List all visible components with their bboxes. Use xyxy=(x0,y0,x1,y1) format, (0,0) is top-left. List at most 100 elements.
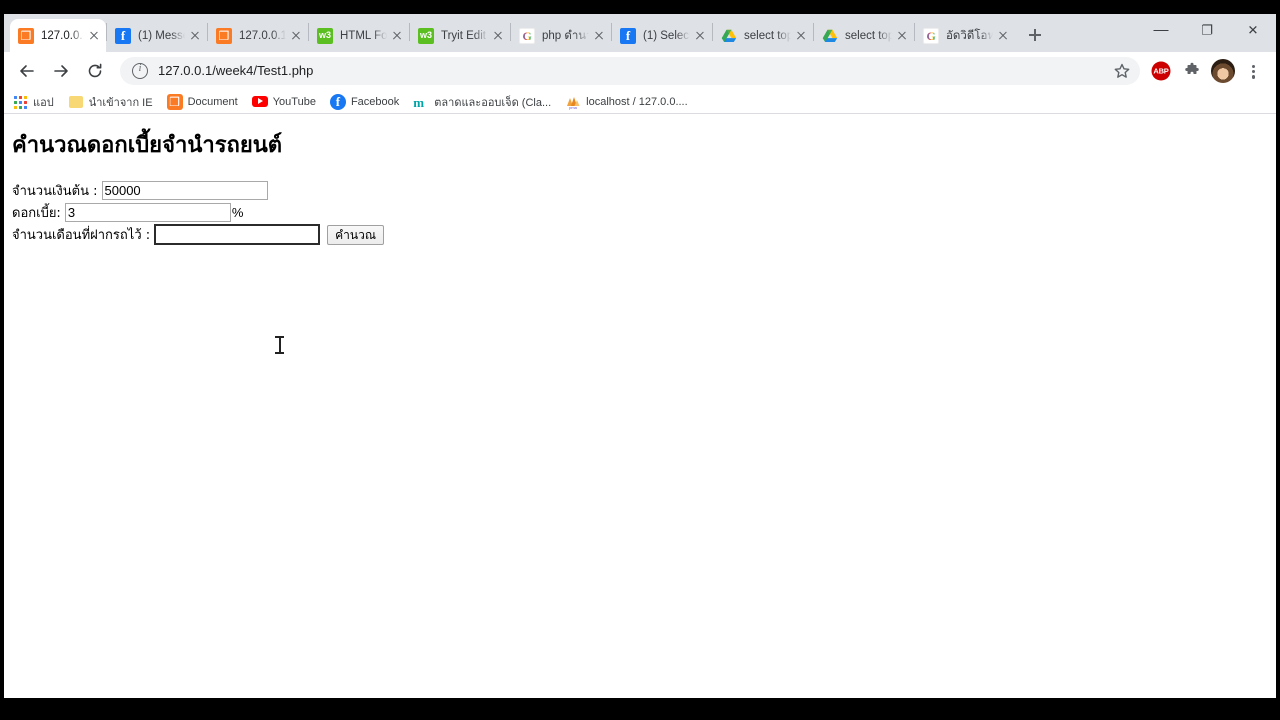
xampp-icon: ❒ xyxy=(216,27,232,44)
close-window-button[interactable]: ✕ xyxy=(1230,14,1276,46)
facebook-icon: f xyxy=(620,27,636,44)
browser-tab[interactable]: G อัดวิดีโอหน xyxy=(915,19,1015,52)
puzzle-icon xyxy=(1185,62,1199,74)
bookmark-item[interactable]: แอป xyxy=(12,93,54,111)
mouse-cursor-ibeam xyxy=(275,336,284,354)
tab-title: (1) Messe xyxy=(138,29,185,42)
bookmark-item[interactable]: f Facebook xyxy=(329,93,400,110)
apps-grid-icon xyxy=(12,94,28,110)
letterbox-right xyxy=(1276,14,1280,698)
three-dot-menu-icon xyxy=(1252,63,1256,79)
bookmark-label: YouTube xyxy=(272,95,316,108)
svg-text:pma: pma xyxy=(569,105,578,110)
bookmark-item[interactable]: นำเข้าจาก IE xyxy=(68,93,153,111)
w3schools-icon: w3 xyxy=(317,27,333,44)
tab-close-button[interactable] xyxy=(894,28,910,44)
forward-button[interactable] xyxy=(46,56,76,86)
bookmark-label: แอป xyxy=(33,96,54,109)
tab-close-button[interactable] xyxy=(793,28,809,44)
site-info-icon[interactable] xyxy=(132,63,148,79)
reload-icon xyxy=(88,63,102,78)
avatar xyxy=(1211,59,1235,83)
tab-close-button[interactable] xyxy=(389,28,405,44)
moodle-icon: m xyxy=(413,94,425,110)
tab-title: 127.0.0.1 xyxy=(239,29,286,42)
browser-window: ❒ 127.0.0.1/f (1) Messe ❒ 127.0.0.1 w3 HTML Fo… xyxy=(4,14,1276,698)
google-drive-icon xyxy=(822,28,838,44)
tab-close-button[interactable] xyxy=(490,28,506,44)
field-label: จำนวนเงินต้น : xyxy=(12,184,98,200)
bookmark-label: Facebook xyxy=(350,95,400,108)
star-icon xyxy=(1114,63,1130,78)
page-title: คำนวณดอกเบี้ยจำนำรถยนต์ xyxy=(12,133,283,158)
adblock-icon: ABP xyxy=(1151,61,1171,81)
maximize-button[interactable]: ❐ xyxy=(1184,14,1230,46)
browser-tab[interactable]: w3 HTML Fo xyxy=(309,19,409,52)
browser-tab[interactable]: f (1) Messe xyxy=(107,19,207,52)
form-row: ดอกเบี้ย:% xyxy=(12,202,1276,223)
tab-close-button[interactable] xyxy=(995,28,1011,44)
close-icon: ✕ xyxy=(1247,22,1259,38)
browser-tab[interactable]: w3 Tryit Edit xyxy=(410,19,510,52)
tab-title: (1) Select xyxy=(643,29,690,42)
bookmark-item[interactable]: pma localhost / 127.0.0.... xyxy=(565,94,688,110)
field-input[interactable] xyxy=(101,181,268,201)
w3schools-icon: w3 xyxy=(418,27,434,44)
google-icon: G xyxy=(923,27,939,44)
bookmark-item[interactable]: m ตลาดและออบเจ็ด (Cla... xyxy=(413,93,551,111)
browser-tab[interactable]: ❒ 127.0.0.1/ xyxy=(10,19,106,52)
reload-button[interactable] xyxy=(80,56,110,86)
extensions-button[interactable] xyxy=(1178,57,1206,85)
window-controls: — ❐ ✕ xyxy=(1138,14,1276,46)
browser-toolbar: 127.0.0.1/week4/Test1.php ABP xyxy=(4,52,1276,90)
bookmark-label: นำเข้าจาก IE xyxy=(88,96,153,109)
bookmark-label: Document xyxy=(187,95,238,108)
tab-close-button[interactable] xyxy=(288,28,304,44)
browser-tab[interactable]: ❒ 127.0.0.1 xyxy=(208,19,308,52)
back-arrow-icon xyxy=(20,65,34,77)
field-input[interactable] xyxy=(154,224,321,246)
browser-tab[interactable]: select top xyxy=(814,19,914,52)
interest-calculator-form: จำนวนเงินต้น :ดอกเบี้ย:%จำนวนเดือนที่ฝาก… xyxy=(12,180,1276,246)
xampp-icon: ❒ xyxy=(166,93,183,110)
tab-close-button[interactable] xyxy=(591,28,607,44)
browser-tab[interactable]: Gphp ดำนว xyxy=(511,19,611,52)
xampp-icon: ❒ xyxy=(18,27,34,44)
screen: ❒ 127.0.0.1/f (1) Messe ❒ 127.0.0.1 w3 HTML Fo… xyxy=(0,0,1280,720)
address-bar[interactable]: 127.0.0.1/week4/Test1.php xyxy=(120,57,1140,85)
google-drive-icon xyxy=(721,28,737,44)
bookmark-item[interactable]: ❒ Document xyxy=(166,93,238,110)
browser-tab[interactable]: f (1) Select xyxy=(612,19,712,52)
tab-title: 127.0.0.1/ xyxy=(41,29,84,42)
forward-arrow-icon xyxy=(54,65,68,77)
google-icon: G xyxy=(519,27,535,44)
field-label: ดอกเบี้ย: xyxy=(12,206,61,222)
folder-icon xyxy=(68,94,84,110)
tab-title: select top xyxy=(845,29,892,42)
bookmark-item[interactable]: YouTube xyxy=(251,94,316,110)
profile-button[interactable] xyxy=(1209,57,1237,85)
tab-close-button[interactable] xyxy=(692,28,708,44)
tab-title: Tryit Edit xyxy=(441,29,486,42)
bookmarks-bar: แอป นำเข้าจาก IE ❒ Document YouTube f Facebook… xyxy=(4,90,1276,114)
form-row: จำนวนเดือนที่ฝากรถไว้ : คำนวณ xyxy=(12,224,1276,246)
tab-strip: ❒ 127.0.0.1/f (1) Messe ❒ 127.0.0.1 w3 HTML Fo… xyxy=(4,14,1276,52)
tab-title: select top xyxy=(744,29,791,42)
tab-title: HTML Fo xyxy=(340,29,387,42)
letterbox-top xyxy=(0,0,1280,14)
bookmark-star-button[interactable] xyxy=(1110,59,1134,83)
back-button[interactable] xyxy=(12,56,42,86)
browser-tab[interactable]: select top xyxy=(713,19,813,52)
letterbox-bottom xyxy=(0,698,1280,720)
browser-menu-button[interactable] xyxy=(1240,57,1268,85)
field-label: จำนวนเดือนที่ฝากรถไว้ : xyxy=(12,228,151,244)
adblock-plus-button[interactable]: ABP xyxy=(1147,57,1175,85)
minimize-button[interactable]: — xyxy=(1138,14,1184,46)
form-row: จำนวนเงินต้น : xyxy=(12,180,1276,201)
minimize-icon: — xyxy=(1153,21,1169,39)
tab-close-button[interactable] xyxy=(187,28,203,44)
calculate-button[interactable]: คำนวณ xyxy=(327,224,384,245)
field-input[interactable] xyxy=(64,203,231,223)
new-tab-button[interactable] xyxy=(1021,21,1049,49)
tab-close-button[interactable] xyxy=(86,28,102,44)
